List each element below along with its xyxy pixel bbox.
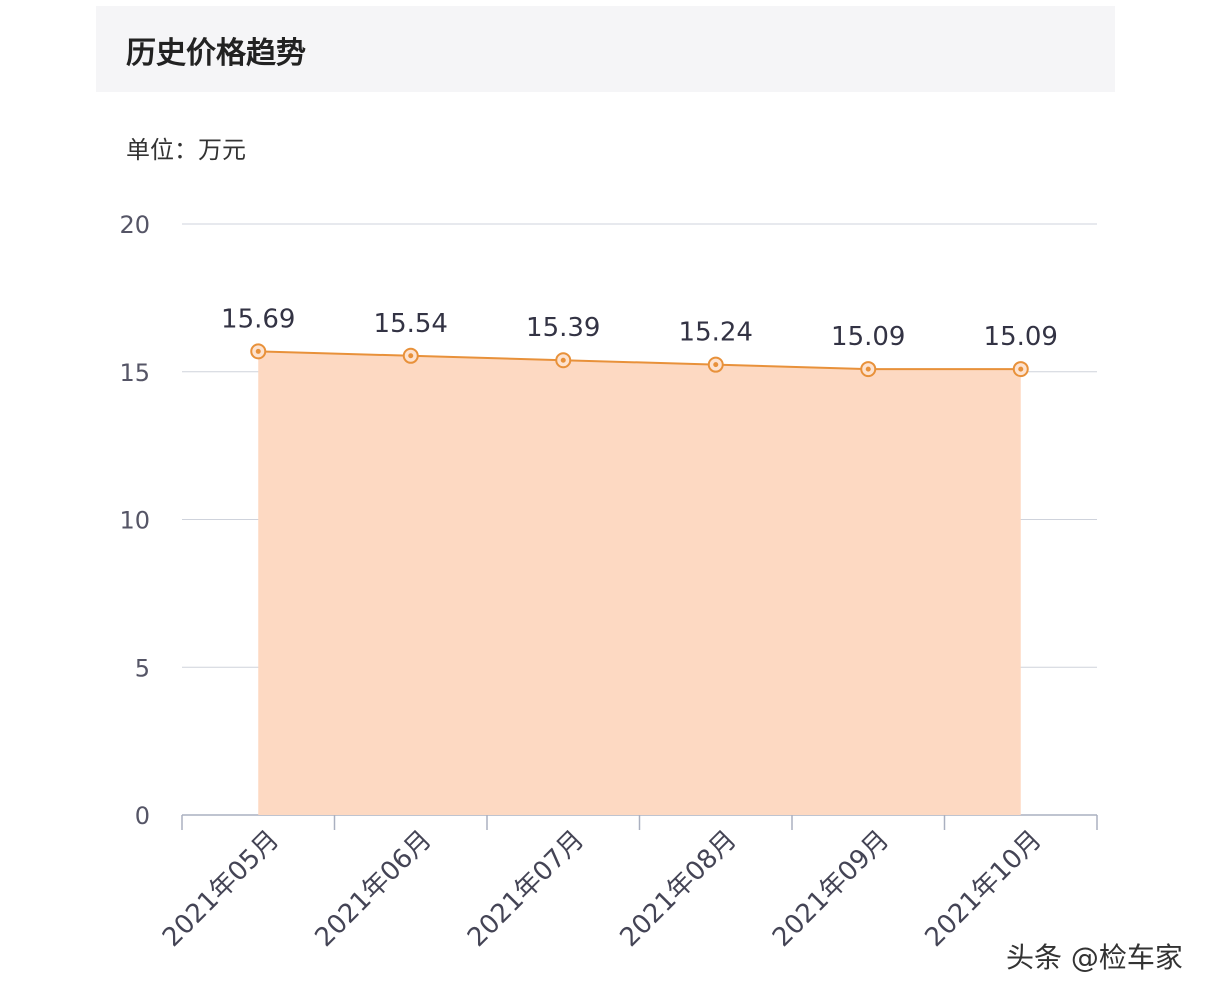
data-label: 15.69 — [221, 304, 295, 334]
price-trend-chart: 0 5 10 15 20 15.69 15.54 15.39 15.24 15.09 15.09 20… — [119, 211, 1098, 953]
y-tick-label: 15 — [119, 359, 150, 387]
data-point-center — [865, 366, 871, 372]
data-point-center — [408, 353, 414, 359]
x-category-label: 2021年07月 — [462, 825, 590, 953]
watermark: 头条 @检车家 — [1006, 941, 1183, 974]
data-point-center — [713, 362, 719, 368]
x-category-label: 2021年05月 — [157, 825, 285, 953]
x-category-label: 2021年08月 — [615, 825, 743, 953]
data-label: 15.09 — [831, 322, 905, 352]
data-label: 15.09 — [984, 322, 1058, 352]
data-label: 15.24 — [679, 318, 753, 348]
y-tick-label: 0 — [135, 802, 150, 830]
y-tick-label: 10 — [119, 507, 150, 535]
data-label: 15.39 — [526, 313, 600, 343]
series-area — [258, 351, 1021, 815]
x-category-label: 2021年10月 — [920, 825, 1048, 953]
x-category-label: 2021年09月 — [767, 825, 895, 953]
y-tick-label: 5 — [135, 654, 150, 682]
data-label: 15.54 — [374, 309, 448, 339]
y-tick-label: 20 — [119, 211, 150, 239]
data-point-center — [560, 357, 566, 363]
data-point-center — [255, 348, 261, 354]
data-point-center — [1018, 366, 1024, 372]
x-category-label: 2021年06月 — [310, 825, 438, 953]
